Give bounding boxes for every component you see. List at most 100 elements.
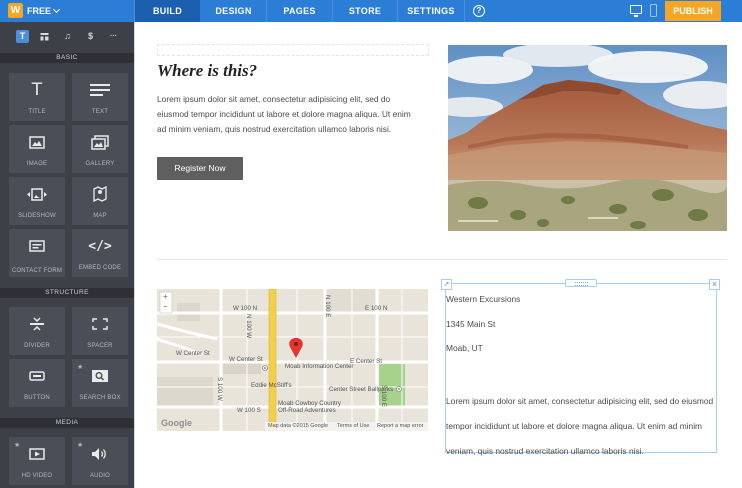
drag-handle-icon[interactable] [565, 279, 597, 287]
street-label: N 100 E [324, 295, 331, 318]
move-handle-icon[interactable]: ➚ [441, 279, 452, 290]
gallery-icon [72, 131, 128, 153]
text-category-icon[interactable]: T [16, 30, 29, 43]
address-line[interactable]: 1345 Main St [446, 319, 495, 329]
empty-drop-zone[interactable] [157, 44, 429, 56]
element-label: SPACER [87, 343, 113, 349]
intro-paragraph[interactable]: Lorem ipsum dolor sit amet, consectetur … [157, 92, 419, 137]
mobile-view-icon[interactable] [650, 4, 657, 17]
element-sidebar: T ♫ $ ··· BASIC T TITLE TEXT IMAGE GALLE… [0, 22, 134, 488]
element-gallery[interactable]: GALLERY [72, 125, 128, 173]
chevron-down-icon [52, 5, 61, 14]
place-label: Off-Road Adventures [278, 407, 336, 414]
desktop-view-icon[interactable] [630, 5, 642, 17]
section-divider [157, 259, 727, 260]
place-label: Center Street Ballparks [329, 386, 393, 393]
tab-pages[interactable]: PAGES [267, 0, 332, 22]
map-element[interactable]: + − W 100 N E 100 N W Center St W Center… [157, 289, 428, 431]
tab-settings[interactable]: SETTINGS [398, 0, 464, 22]
embed-code-icon: </> [88, 238, 112, 254]
element-map[interactable]: MAP [72, 177, 128, 225]
element-label: AUDIO [89, 473, 110, 479]
text-icon [72, 79, 128, 101]
element-label: HD VIDEO [21, 473, 53, 479]
register-now-button[interactable]: Register Now [157, 157, 243, 180]
street-label: S 100 W [216, 377, 223, 401]
address-paragraph[interactable]: Lorem ipsum dolor sit amet, consectetur … [446, 389, 721, 464]
place-label: Moab Information Center [285, 363, 354, 370]
tab-store[interactable]: STORE [333, 0, 397, 22]
street-label: W 100 S [237, 407, 261, 414]
page-heading[interactable]: Where is this? [157, 61, 257, 81]
street-label: E 100 N [365, 305, 388, 312]
element-label: EMBED CODE [78, 265, 122, 271]
element-embed-code[interactable]: </> EMBED CODE [72, 229, 128, 277]
plan-dropdown[interactable]: FREE [27, 0, 61, 22]
map-attribution: Map data ©2015 Google [268, 423, 329, 429]
help-icon[interactable]: ? [473, 5, 485, 17]
element-label: TITLE [28, 109, 46, 115]
place-label: Moab Cowboy Country [278, 400, 341, 407]
element-label: IMAGE [26, 161, 48, 167]
weebly-editor: W FREE BUILD DESIGN PAGES STORE SETTINGS… [0, 0, 742, 488]
close-icon[interactable]: × [709, 279, 720, 290]
element-label: MAP [93, 213, 107, 219]
street-label: N 100 W [245, 314, 252, 339]
plan-label: FREE [27, 6, 52, 16]
report-map-error-link[interactable]: Report a map error [377, 423, 423, 429]
element-title[interactable]: T TITLE [9, 73, 65, 121]
map-pin-icon [72, 183, 128, 205]
street-label: W Center St [229, 356, 263, 363]
more-category-icon[interactable]: ··· [107, 30, 120, 43]
contact-form-icon [9, 235, 65, 257]
element-hd-video[interactable]: ★ HD VIDEO [9, 437, 65, 485]
publish-button[interactable]: PUBLISH [665, 1, 721, 21]
button-icon [9, 365, 65, 387]
zoom-in-button[interactable]: + [163, 292, 168, 301]
music-category-icon[interactable]: ♫ [61, 30, 74, 43]
element-label: BUTTON [24, 395, 50, 401]
audio-icon [72, 443, 128, 465]
tab-build[interactable]: BUILD [135, 0, 200, 22]
section-title-basic: BASIC [0, 53, 134, 63]
zoom-out-button[interactable]: − [163, 302, 168, 311]
element-label: TEXT [91, 109, 109, 115]
element-label: SLIDESHOW [18, 213, 56, 219]
place-label: Eddie McStiff's [251, 382, 292, 389]
title-icon: T [31, 80, 43, 100]
element-button[interactable]: BUTTON [9, 359, 65, 407]
element-contact-form[interactable]: CONTACT FORM [9, 229, 65, 277]
element-slideshow[interactable]: SLIDESHOW [9, 177, 65, 225]
section-title-media: MEDIA [0, 418, 134, 428]
street-label: W Center St [176, 350, 210, 357]
image-icon [9, 131, 65, 153]
element-search-box[interactable]: ★ SEARCH BOX [72, 359, 128, 407]
landscape-photo[interactable] [448, 45, 727, 231]
tab-design[interactable]: DESIGN [201, 0, 266, 22]
google-logo: Google [161, 418, 192, 428]
section-title-structure: STRUCTURE [0, 288, 134, 298]
nav-separator [464, 0, 465, 22]
layout-category-icon[interactable] [38, 30, 51, 43]
top-bar: W FREE BUILD DESIGN PAGES STORE SETTINGS… [0, 0, 742, 22]
spacer-icon [72, 313, 128, 335]
slideshow-icon [9, 183, 65, 205]
element-label: DIVIDER [24, 343, 50, 349]
element-image[interactable]: IMAGE [9, 125, 65, 173]
weebly-logo-icon[interactable]: W [8, 3, 23, 18]
element-divider[interactable]: DIVIDER [9, 307, 65, 355]
street-label: E Center St [350, 358, 382, 365]
address-line[interactable]: Moab, UT [446, 343, 483, 353]
store-category-icon[interactable]: $ [84, 30, 97, 43]
element-label: CONTACT FORM [11, 268, 63, 274]
element-text[interactable]: TEXT [72, 73, 128, 121]
element-label: SEARCH BOX [79, 395, 121, 401]
element-label: GALLERY [85, 161, 115, 167]
terms-of-use-link[interactable]: Terms of Use [337, 423, 369, 429]
element-spacer[interactable]: SPACER [72, 307, 128, 355]
address-line[interactable]: Western Excursions [446, 294, 520, 304]
search-box-icon [72, 365, 128, 387]
element-audio[interactable]: ★ AUDIO [72, 437, 128, 485]
street-label: W 100 N [233, 305, 258, 312]
hd-video-icon [9, 443, 65, 465]
